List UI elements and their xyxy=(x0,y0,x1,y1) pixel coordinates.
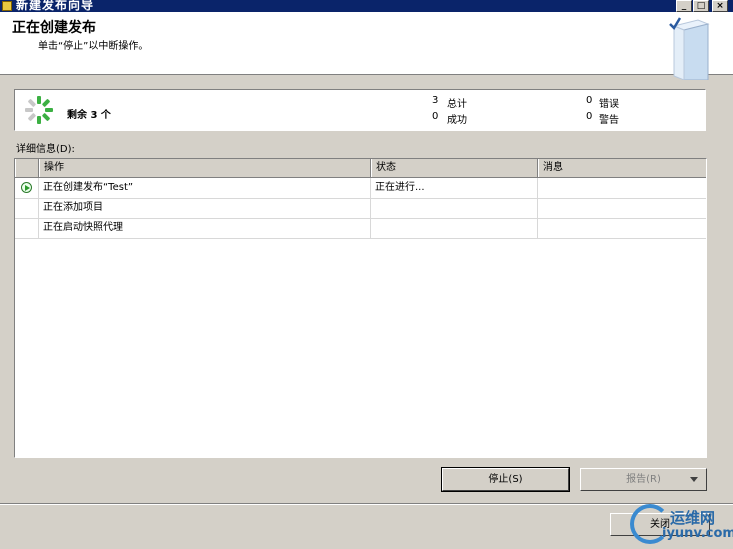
row-indicator xyxy=(15,198,39,218)
footer-divider xyxy=(0,503,733,505)
status-cell xyxy=(371,198,538,218)
action-cell: 正在创建发布“Test” xyxy=(39,178,371,198)
action-cell: 正在启动快照代理 xyxy=(39,218,371,238)
stop-button[interactable]: 停止(S) xyxy=(441,467,570,492)
close-window-button[interactable]: × xyxy=(712,0,728,12)
row-indicator xyxy=(15,178,39,198)
status-cell: 正在进行... xyxy=(371,178,538,198)
message-cell xyxy=(538,198,706,218)
report-button[interactable]: 报告(R) xyxy=(580,468,707,491)
column-header-message[interactable]: 消息 xyxy=(538,159,706,177)
table-row[interactable]: 正在添加项目 xyxy=(15,198,706,219)
progress-summary: 剩余 3 个 3 总计 0 成功 0 错误 0 警告 xyxy=(14,89,706,131)
minimize-button[interactable]: _ xyxy=(676,0,692,12)
wizard-header: 正在创建发布 单击“停止”以中断操作。 xyxy=(0,12,733,80)
total-count: 3 xyxy=(432,95,439,106)
watermark-logo: 运维网 iyunv.com xyxy=(630,500,733,549)
page-title: 正在创建发布 xyxy=(12,20,96,36)
window-title: 新建发布向导 xyxy=(16,0,95,12)
title-bar: 新建发布向导 _ □ × xyxy=(0,0,733,12)
page-subtitle: 单击“停止”以中断操作。 xyxy=(38,41,149,52)
play-icon xyxy=(21,182,32,193)
column-header-status[interactable]: 状态 xyxy=(371,159,538,177)
progress-spinner-icon xyxy=(25,96,53,124)
column-header-action[interactable]: 操作 xyxy=(39,159,371,177)
maximize-button[interactable]: □ xyxy=(693,0,709,12)
message-cell xyxy=(538,178,706,198)
action-cell: 正在添加项目 xyxy=(39,198,371,218)
status-cell xyxy=(371,218,538,238)
warning-label: 警告 xyxy=(599,115,619,126)
grid-header: 操作 状态 消息 xyxy=(15,159,706,178)
details-label: 详细信息(D): xyxy=(16,144,75,155)
total-label: 总计 xyxy=(447,99,467,110)
message-cell xyxy=(538,218,706,238)
success-label: 成功 xyxy=(447,115,467,126)
warning-count: 0 xyxy=(586,111,593,122)
error-label: 错误 xyxy=(599,99,619,110)
table-row[interactable]: 正在创建发布“Test” 正在进行... xyxy=(15,178,706,199)
column-header-indicator[interactable] xyxy=(15,159,39,177)
details-grid[interactable]: 操作 状态 消息 正在创建发布“Test” 正在进行... 正在添加项目 正在启… xyxy=(14,158,707,458)
chevron-down-icon xyxy=(690,477,698,482)
book-icon xyxy=(669,17,710,80)
watermark-cn: 运维网 xyxy=(670,509,716,527)
remaining-count: 剩余 3 个 xyxy=(67,110,111,121)
success-count: 0 xyxy=(432,111,439,122)
wizard-icon xyxy=(2,1,12,11)
row-indicator xyxy=(15,218,39,238)
report-button-label: 报告(R) xyxy=(626,474,661,485)
table-row[interactable]: 正在启动快照代理 xyxy=(15,218,706,239)
error-count: 0 xyxy=(586,95,593,106)
watermark-en: iyunv.com xyxy=(662,526,733,541)
